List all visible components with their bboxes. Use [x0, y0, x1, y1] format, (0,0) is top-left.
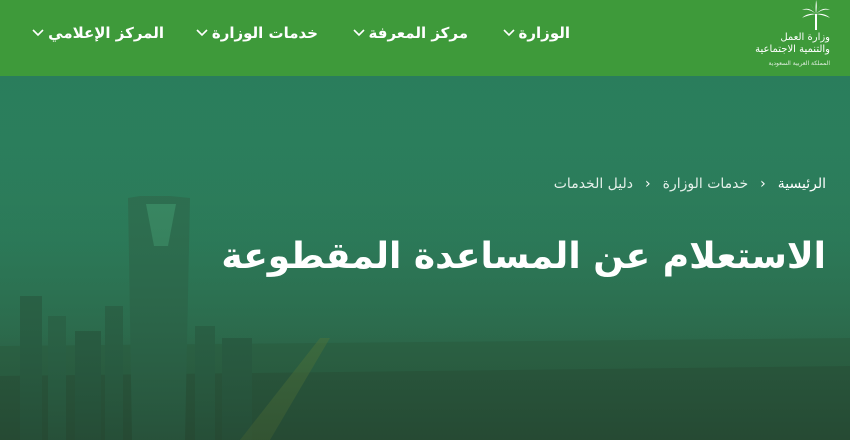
menu-item-label: الوزارة — [518, 24, 570, 42]
menu-item-ministry-services[interactable]: خدمات الوزارة — [196, 24, 318, 42]
chevron-down-icon — [196, 29, 208, 37]
menu-item-label: خدمات الوزارة — [211, 24, 318, 42]
page-title: الاستعلام عن المساعدة المقطوعة — [221, 236, 826, 277]
menu-item-label: المركز الإعلامي — [48, 24, 164, 42]
menu-item-label: مركز المعرفة — [368, 24, 468, 42]
chevron-down-icon — [352, 29, 365, 37]
hero-banner: الرئيسية ‹ خدمات الوزارة ‹ دليل الخدمات … — [0, 76, 850, 440]
logo-line-kingdom: المملكة العربية السعودية — [768, 60, 830, 67]
menu-item-knowledge-center[interactable]: مركز المعرفة — [352, 24, 468, 42]
chevron-down-icon — [502, 29, 515, 37]
breadcrumb-home[interactable]: الرئيسية — [778, 176, 826, 192]
breadcrumb-services-guide[interactable]: دليل الخدمات — [554, 176, 633, 192]
chevron-down-icon — [32, 29, 44, 37]
menu-item-media-center[interactable]: المركز الإعلامي — [32, 24, 164, 42]
breadcrumb-ministry-services[interactable]: خدمات الوزارة — [663, 176, 749, 192]
ministry-logo[interactable]: وزارة العمل والتنمية الاجتماعية المملكة … — [754, 0, 836, 72]
top-navigation-bar: وزارة العمل والتنمية الاجتماعية المملكة … — [0, 0, 850, 76]
breadcrumb-separator-icon: ‹ — [760, 176, 766, 192]
breadcrumb: الرئيسية ‹ خدمات الوزارة ‹ دليل الخدمات — [554, 176, 826, 192]
palm-emblem-icon — [802, 0, 830, 30]
logo-line-social: والتنمية الاجتماعية — [755, 44, 830, 55]
breadcrumb-separator-icon: ‹ — [645, 176, 651, 192]
logo-line-ministry: وزارة العمل — [780, 32, 830, 43]
menu-item-ministry[interactable]: الوزارة — [502, 24, 570, 42]
